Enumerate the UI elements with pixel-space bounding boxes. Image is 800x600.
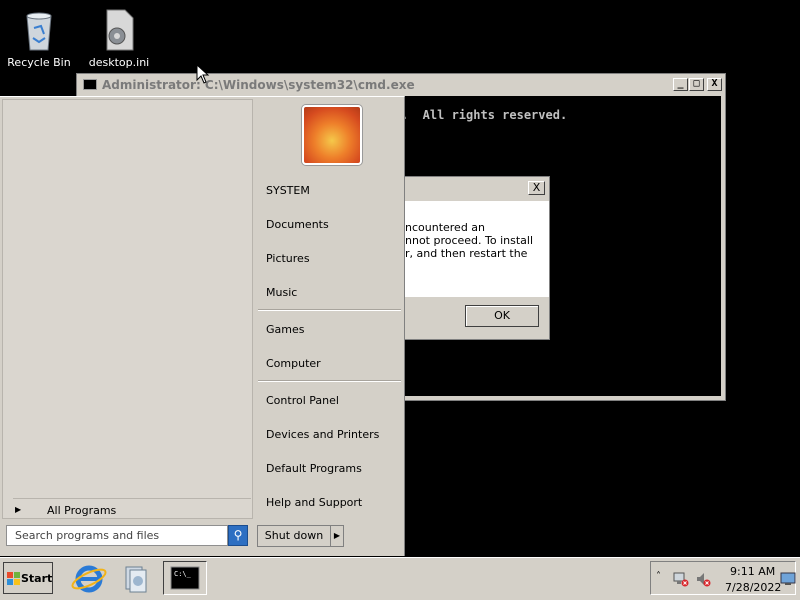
clock-date[interactable]: 7/28/2022 — [725, 581, 781, 594]
menu-item-control-panel[interactable]: Control Panel — [266, 394, 339, 407]
internet-explorer-icon — [71, 565, 107, 593]
start-label: Start — [21, 572, 53, 585]
all-programs-label: All Programs — [47, 504, 117, 517]
menu-item-documents[interactable]: Documents — [266, 218, 329, 231]
menu-separator — [258, 309, 401, 311]
show-desktop-icon[interactable] — [780, 572, 796, 586]
menu-item-games[interactable]: Games — [266, 323, 304, 336]
network-error-icon[interactable] — [673, 571, 689, 587]
console-text: . All rights reserved. — [401, 108, 568, 122]
menu-separator — [258, 380, 401, 382]
command-prompt-icon: C:\_ — [170, 566, 200, 590]
cmd-title-bar[interactable]: Administrator: C:\Windows\system32\cmd.e… — [79, 76, 723, 94]
search-icon[interactable]: ⚲ — [228, 525, 248, 546]
start-menu: ▶ All Programs Search programs and files… — [0, 96, 405, 556]
desktop-icon-recycle-bin[interactable]: Recycle Bin — [4, 8, 74, 69]
arrow-right-icon: ▶ — [15, 505, 22, 514]
start-button[interactable]: Start — [3, 562, 53, 594]
svg-text:C:\_: C:\_ — [174, 570, 192, 578]
ok-button[interactable]: OK — [465, 305, 539, 327]
start-menu-programs-pane: ▶ All Programs — [2, 99, 253, 519]
close-button[interactable]: X — [707, 78, 722, 91]
all-programs-item[interactable]: ▶ All Programs — [13, 498, 251, 519]
user-avatar[interactable] — [302, 105, 362, 165]
taskbar-internet-explorer[interactable] — [67, 561, 111, 595]
mouse-cursor-icon — [196, 64, 210, 84]
cmd-window-title: Administrator: C:\Windows\system32\cmd.e… — [102, 78, 415, 92]
dialog-close-button[interactable]: X — [528, 181, 545, 195]
menu-item-system[interactable]: SYSTEM — [266, 184, 310, 197]
minimize-button[interactable]: _ — [673, 78, 688, 91]
search-input[interactable]: Search programs and files — [6, 525, 228, 546]
shutdown-button[interactable]: Shut down — [257, 525, 331, 547]
menu-item-help-and-support[interactable]: Help and Support — [266, 496, 362, 509]
start-menu-right-pane: SYSTEM Documents Pictures Music Games Co… — [256, 97, 403, 521]
windows-logo-icon — [7, 572, 20, 585]
shutdown-options-arrow-icon[interactable]: ▶ — [330, 525, 344, 547]
settings-file-icon — [106, 9, 134, 51]
taskbar-windows-explorer[interactable] — [114, 561, 158, 595]
menu-item-devices-and-printers[interactable]: Devices and Printers — [266, 428, 379, 441]
recycle-bin-icon — [26, 12, 52, 51]
maximize-button[interactable]: □ — [689, 78, 704, 91]
windows-explorer-icon — [125, 566, 147, 593]
menu-item-default-programs[interactable]: Default Programs — [266, 462, 362, 475]
desktop-icon-label: Recycle Bin — [7, 56, 71, 69]
taskbar: Start C:\_ ˄ 9:11 AM 7/28/2022 — [0, 557, 800, 600]
menu-item-computer[interactable]: Computer — [266, 357, 321, 370]
show-hidden-icons-icon[interactable]: ˄ — [656, 571, 661, 582]
system-tray: ˄ 9:11 AM 7/28/2022 — [650, 561, 796, 595]
command-prompt-icon — [83, 79, 97, 90]
volume-muted-icon[interactable] — [695, 571, 711, 587]
desktop-icon-label: desktop.ini — [88, 56, 150, 69]
taskbar-command-prompt[interactable]: C:\_ — [163, 561, 207, 595]
menu-item-music[interactable]: Music — [266, 286, 297, 299]
menu-item-pictures[interactable]: Pictures — [266, 252, 310, 265]
desktop-icon-desktop-ini[interactable]: desktop.ini — [84, 8, 154, 69]
clock-time[interactable]: 9:11 AM — [730, 565, 775, 578]
